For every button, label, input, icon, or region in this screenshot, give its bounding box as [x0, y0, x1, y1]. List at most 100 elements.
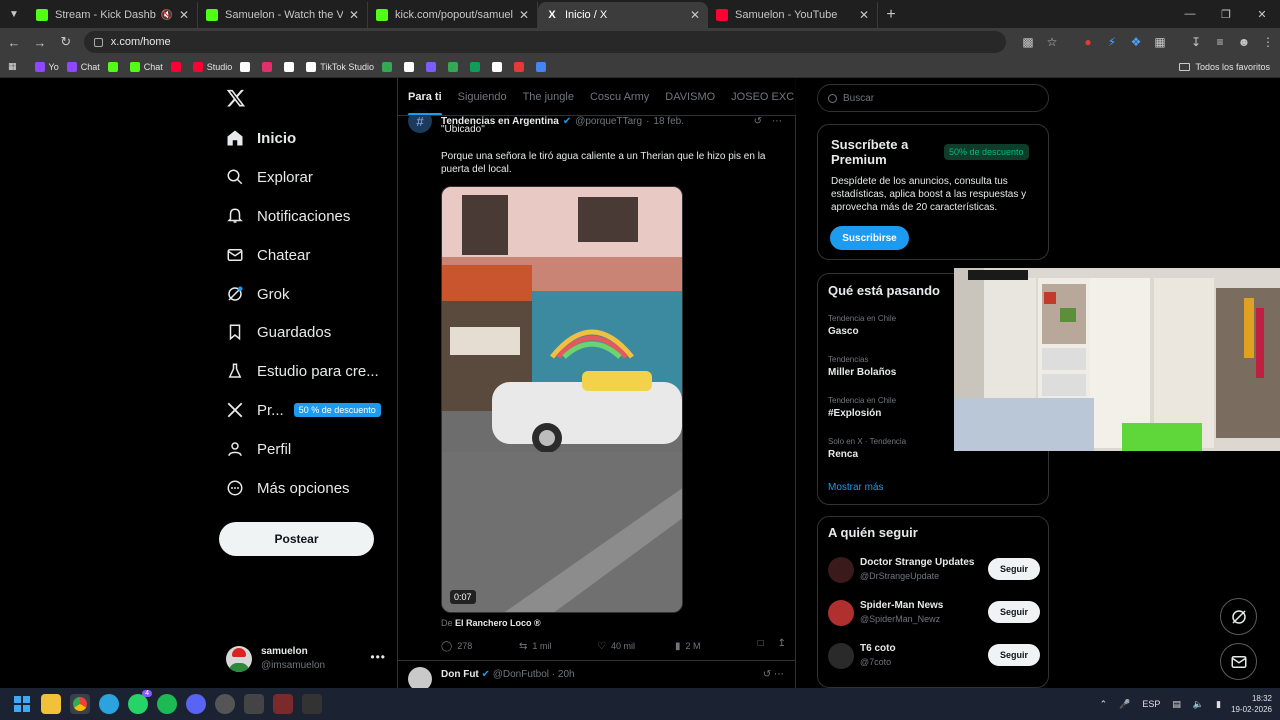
post-button[interactable]: Postear [219, 522, 374, 556]
account-name[interactable]: T6 coto [860, 643, 896, 654]
close-window-icon[interactable]: ✕ [1244, 0, 1280, 28]
account-name[interactable]: Spider-Man News [860, 600, 943, 611]
timeline-tab[interactable]: Siguiendo [458, 78, 507, 115]
windows-start-icon[interactable] [12, 694, 32, 714]
more-dots-icon[interactable]: ⋯ [772, 116, 782, 127]
language-indicator[interactable]: ESP [1142, 699, 1160, 709]
bookmark-item[interactable]: Yo [34, 61, 59, 72]
app-icon[interactable] [273, 694, 293, 714]
volume-icon[interactable]: 🔈 [1193, 699, 1204, 710]
reply-button[interactable]: ◯ 278 [441, 638, 519, 654]
timeline-tab[interactable]: Para ti [408, 78, 442, 115]
apps-grid-icon[interactable]: ▦ [8, 61, 17, 72]
close-tab-icon[interactable]: ✕ [349, 8, 359, 22]
follow-suggestion[interactable]: Doctor Strange Updates @DrStrangeUpdate … [828, 555, 1040, 585]
bookmark-item[interactable] [491, 61, 506, 72]
nav-item-bookmark[interactable]: Guardados [226, 319, 331, 345]
clock[interactable]: 18:32 19-02-2026 [1231, 693, 1272, 715]
bookmark-item[interactable]: TikTok Studio [306, 61, 374, 72]
telegram-icon[interactable] [99, 694, 119, 714]
forward-icon[interactable]: → [28, 30, 52, 54]
chevron-up-icon[interactable]: ⌃ [1100, 699, 1108, 710]
from-account-link[interactable]: El Ranchero Loco ® [455, 618, 541, 628]
new-tab-button[interactable]: + [878, 2, 904, 28]
discord-icon[interactable] [186, 694, 206, 714]
messages-floating-button[interactable] [1220, 643, 1257, 680]
follow-button[interactable]: Seguir [988, 601, 1040, 623]
extension-icon[interactable]: ● [1076, 30, 1100, 54]
profile-avatar-icon[interactable]: ☻ [1232, 30, 1256, 54]
browser-tab[interactable]: kick.com/popout/samuelon/ch ✕ [368, 2, 538, 28]
nav-item-search[interactable]: Explorar [226, 164, 313, 190]
browser-tab[interactable]: Samuelon - YouTube ✕ [708, 2, 878, 28]
nav-item-person[interactable]: Perfil [226, 436, 291, 462]
like-button[interactable]: ♡ 40 mil [597, 638, 675, 654]
bookmark-item[interactable] [469, 61, 484, 72]
browser-tab[interactable]: Stream - Kick Dashboard 🔇 ✕ [28, 2, 198, 28]
close-tab-icon[interactable]: ✕ [179, 8, 189, 22]
trend-item[interactable]: Tendencia en Chile Gasco [828, 314, 948, 337]
extension-icon[interactable]: ❖ [1124, 30, 1148, 54]
subscribe-button[interactable]: Suscribirse [830, 226, 909, 250]
nav-item-more-circle[interactable]: Más opciones [226, 475, 350, 501]
nav-item-home[interactable]: Inicio [226, 125, 296, 151]
install-app-icon[interactable]: ▩ [1016, 30, 1040, 54]
follow-suggestion[interactable]: Spider-Man News @SpiderMan_Newz Seguir [828, 598, 1040, 628]
more-dots-icon[interactable]: ••• [370, 650, 386, 664]
tweet-time[interactable]: 20h [558, 669, 575, 680]
address-bar[interactable]: x.com/home [83, 31, 1006, 53]
trend-item[interactable]: Tendencias Miller Bolaños [828, 355, 948, 378]
grok-floating-button[interactable] [1220, 598, 1257, 635]
menu-dots-icon[interactable]: ⋮ [1256, 30, 1280, 54]
reload-icon[interactable]: ↻ [54, 30, 78, 54]
bookmark-item[interactable] [513, 61, 528, 72]
restore-icon[interactable]: ❐ [1208, 0, 1244, 28]
share-icon[interactable]: ↥ [778, 638, 786, 649]
bookmark-item[interactable]: Chat [66, 61, 100, 72]
follow-button[interactable]: Seguir [988, 558, 1040, 580]
tweet-handle[interactable]: @DonFutbol [493, 669, 549, 680]
avatar[interactable] [828, 643, 854, 669]
browser-tab-active[interactable]: X Inicio / X ✕ [538, 2, 708, 28]
bookmark-item[interactable] [170, 61, 185, 72]
nav-item-flask[interactable]: Estudio para cre... [226, 358, 379, 384]
avatar[interactable] [828, 600, 854, 626]
grok-icon[interactable]: ↺ [754, 116, 762, 127]
timeline-tab[interactable]: The jungle [523, 78, 574, 115]
nav-item-mail[interactable]: Chatear [226, 242, 310, 268]
chrome-icon[interactable] [70, 694, 90, 714]
bookmark-item[interactable] [284, 61, 298, 72]
download-icon[interactable]: ↧ [1184, 30, 1208, 54]
trend-item[interactable]: Solo en X · Tendencia Renca [828, 437, 948, 460]
bookmark-item[interactable] [447, 61, 462, 72]
timeline-tab[interactable]: JOSEO EXC [731, 78, 794, 115]
account-name[interactable]: Doctor Strange Updates [860, 557, 974, 568]
minimize-icon[interactable]: — [1172, 0, 1208, 28]
views-button[interactable]: ▮ 2 M [675, 638, 753, 654]
epic-games-icon[interactable] [302, 694, 322, 714]
more-dots-icon[interactable]: ↺ ⋯ [763, 669, 784, 680]
microphone-icon[interactable]: 🎤 [1119, 699, 1130, 710]
nav-item-bell[interactable]: Notificaciones [226, 203, 350, 229]
nav-item-x-premium[interactable]: Pr... 50 % de descuento [226, 397, 381, 423]
browser-tab[interactable]: Samuelon - Watch the VOD on ✕ [198, 2, 368, 28]
avatar[interactable] [828, 557, 854, 583]
nav-item-grok[interactable]: Grok [226, 281, 290, 307]
all-bookmarks-folder[interactable]: Todos los favoritos [1179, 56, 1270, 78]
tab-search-button[interactable]: ▼ [0, 0, 28, 28]
avatar[interactable] [408, 667, 432, 688]
bookmark-item[interactable] [107, 61, 122, 72]
bookmark-item[interactable] [425, 61, 440, 72]
trend-item[interactable]: Tendencia en Chile #Explosión [828, 396, 948, 419]
bookmark-item[interactable] [240, 61, 254, 72]
bookmark-item[interactable] [403, 61, 418, 72]
bookmark-item[interactable] [535, 61, 550, 72]
bookmark-item[interactable] [262, 61, 276, 72]
bookmark-item[interactable] [381, 61, 396, 72]
close-tab-icon[interactable]: ✕ [690, 8, 700, 22]
account-switcher[interactable]: samuelon @imsamuelon ••• [226, 642, 386, 676]
timeline-tab[interactable]: Coscu Army [590, 78, 649, 115]
tweet-author[interactable]: Don Fut [441, 669, 479, 680]
site-info-icon[interactable] [93, 37, 103, 47]
back-icon[interactable]: ← [2, 30, 26, 54]
